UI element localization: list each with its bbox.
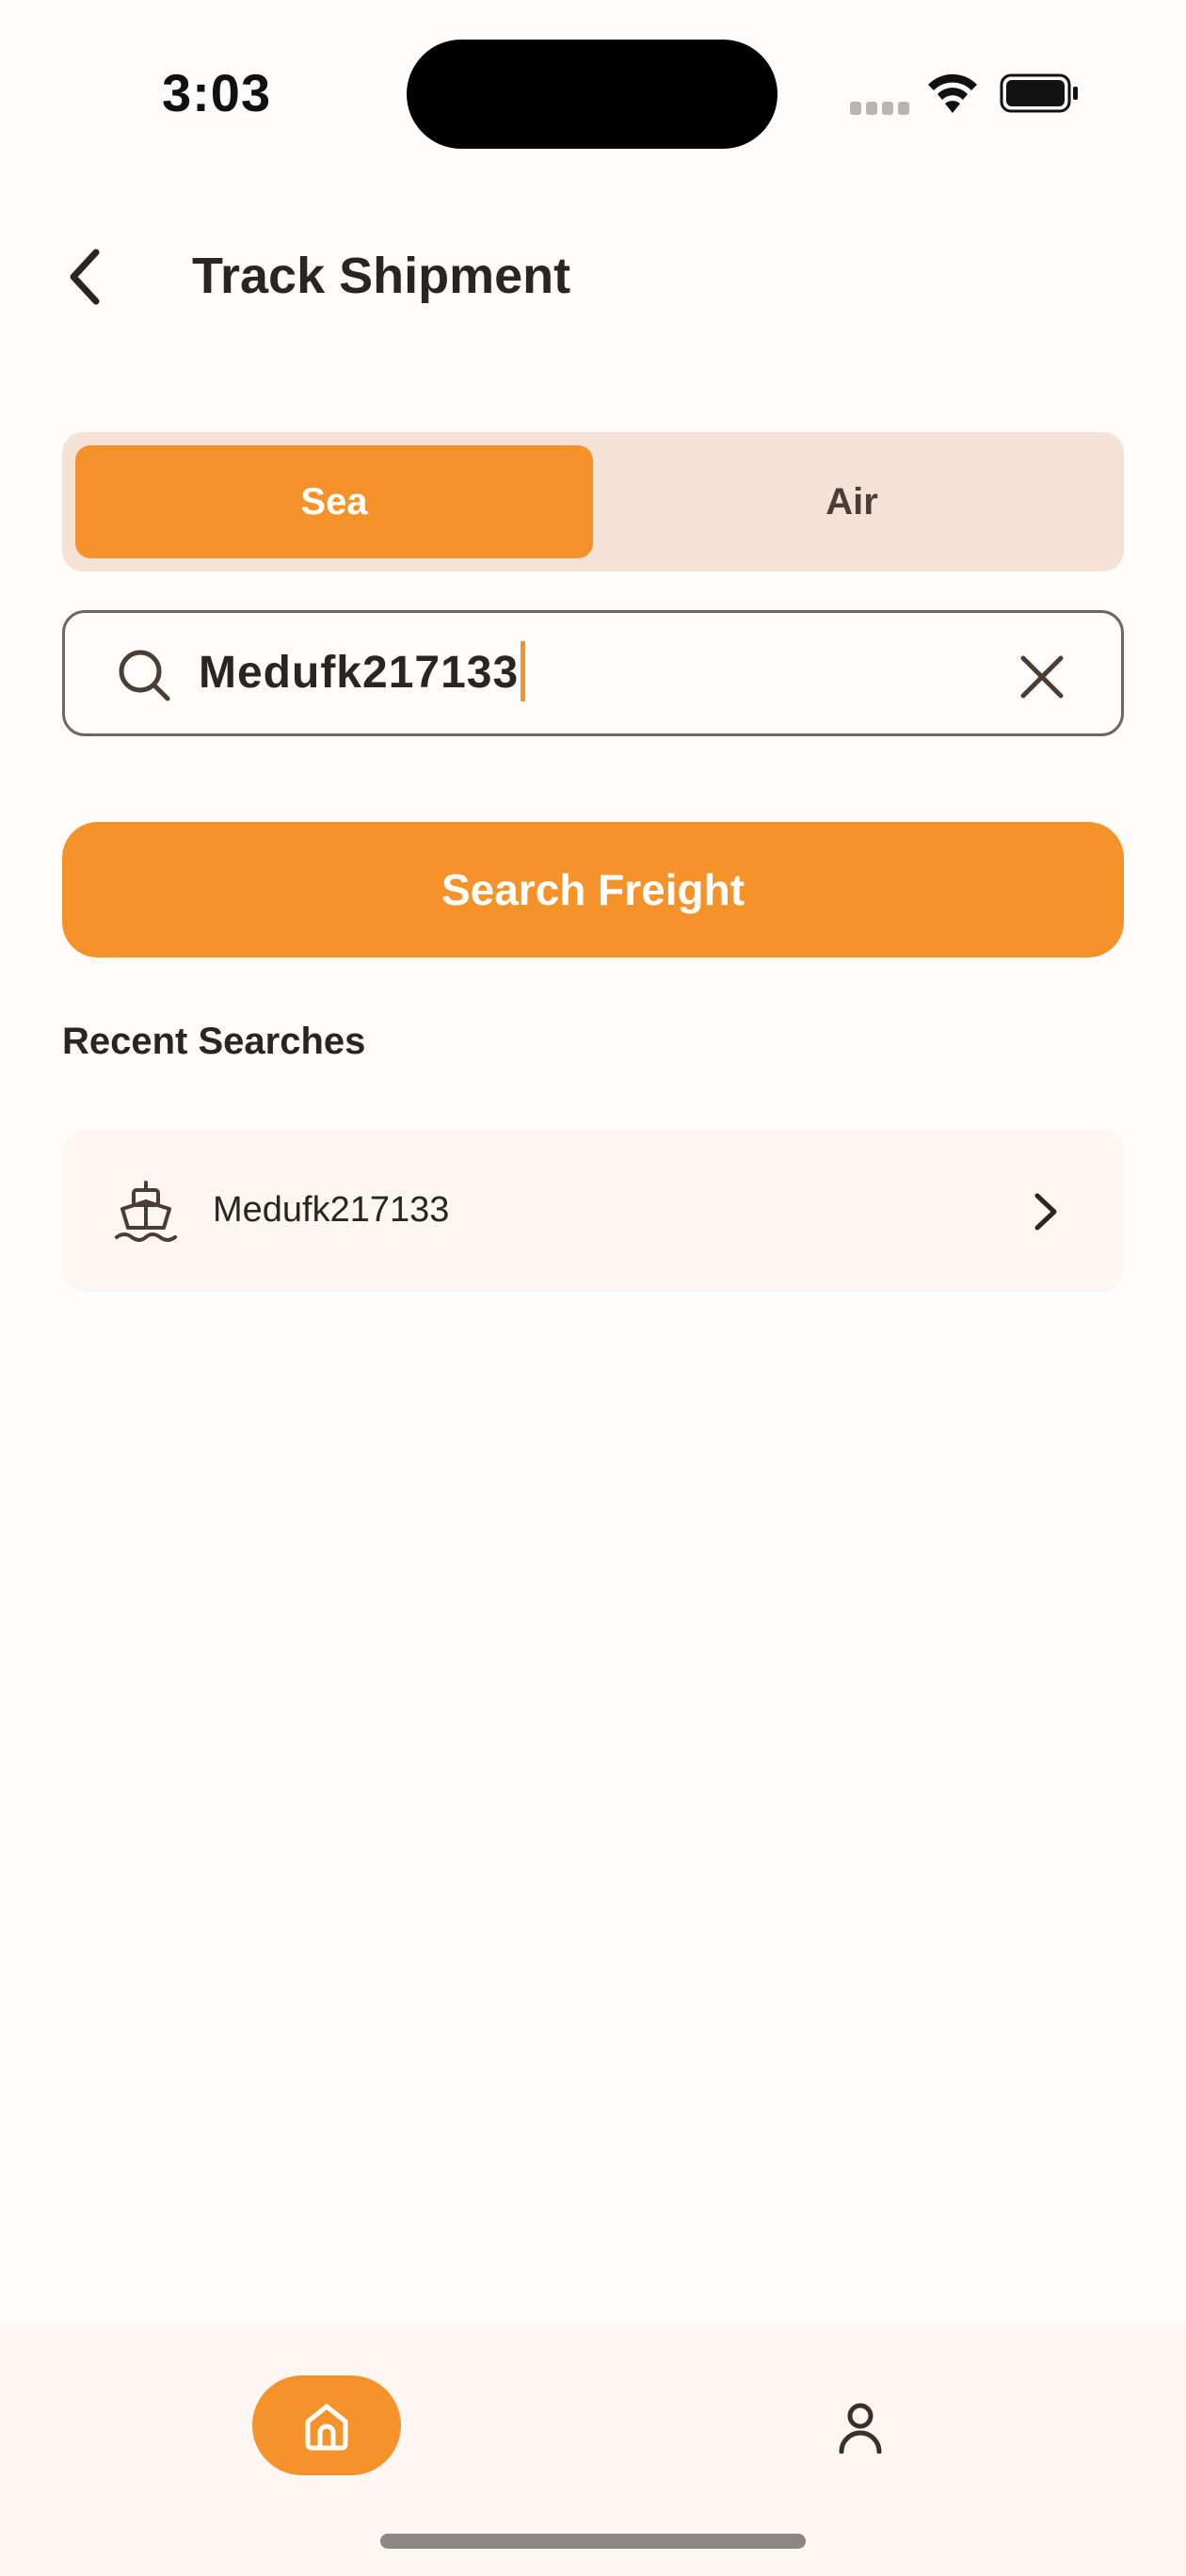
recent-search-item[interactable]: Medufk217133: [62, 1130, 1124, 1292]
segment-sea[interactable]: Sea: [75, 445, 593, 558]
status-bar: 3:03: [0, 0, 1186, 188]
transport-mode-segment: Sea Air: [62, 432, 1124, 572]
page-title: Track Shipment: [192, 248, 571, 304]
user-icon: [839, 2403, 882, 2454]
search-input-value[interactable]: Medufk217133: [199, 641, 526, 702]
ship-icon: [115, 1181, 177, 1242]
chevron-left-icon: [70, 249, 100, 305]
recent-searches-title: Recent Searches: [62, 1021, 366, 1062]
battery-icon: [1000, 73, 1078, 113]
back-button[interactable]: [55, 243, 115, 311]
nav-profile-button[interactable]: [828, 2395, 892, 2459]
search-freight-button[interactable]: Search Freight: [62, 822, 1124, 958]
wifi-icon: [928, 73, 977, 113]
dynamic-island: [407, 40, 777, 149]
status-time: 3:03: [162, 63, 272, 122]
text-caret: [521, 641, 526, 702]
nav-home-button[interactable]: [252, 2375, 401, 2475]
recent-search-label: Medufk217133: [213, 1190, 450, 1230]
segment-air[interactable]: Air: [593, 445, 1111, 558]
search-icon: [119, 650, 170, 701]
home-indicator: [380, 2534, 806, 2549]
search-input[interactable]: Medufk217133: [62, 610, 1124, 736]
close-icon[interactable]: [1018, 652, 1066, 701]
chevron-right-icon: [1034, 1193, 1057, 1231]
cellular-signal-icon: [850, 102, 910, 115]
home-icon: [305, 2404, 348, 2451]
